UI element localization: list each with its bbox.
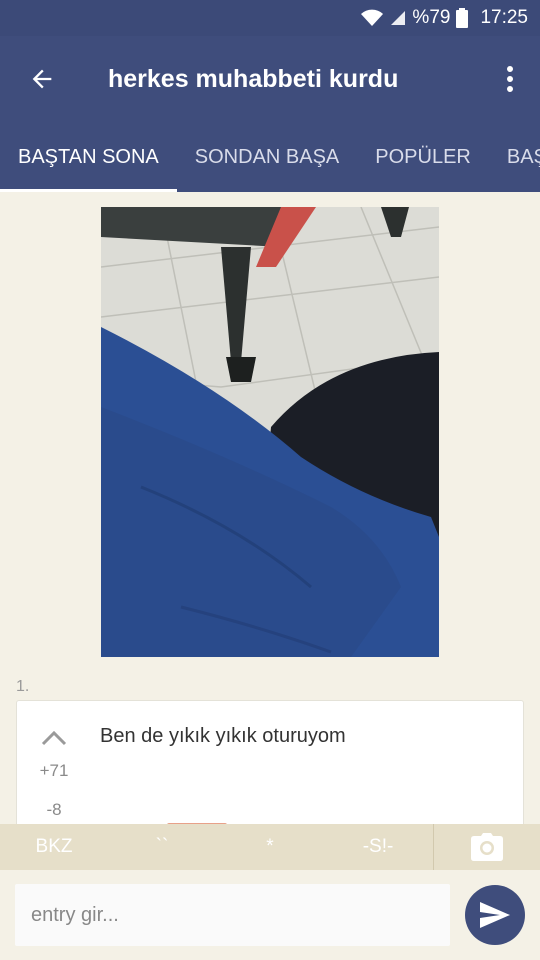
more-vertical-icon bbox=[507, 66, 513, 92]
upvote-count: +71 bbox=[39, 761, 69, 780]
entry-input[interactable] bbox=[15, 884, 450, 946]
tab-bastan-sona[interactable]: BAŞTAN SONA bbox=[0, 122, 177, 192]
asterisk-button[interactable]: * bbox=[216, 824, 324, 870]
app-bar: herkes muhabbeti kurdu bbox=[0, 36, 540, 122]
entry-text: Ben de yıkık yıkık oturuyom bbox=[100, 725, 346, 747]
more-options-button[interactable] bbox=[480, 36, 540, 122]
send-button[interactable] bbox=[465, 885, 525, 945]
status-bar: %79 17:25 bbox=[0, 0, 540, 36]
entry-number: 1. bbox=[16, 678, 30, 695]
chevron-up-icon bbox=[41, 730, 67, 746]
clock: 17:25 bbox=[480, 7, 528, 28]
upvote-button[interactable] bbox=[39, 723, 69, 753]
backtick-button[interactable]: `` bbox=[108, 824, 216, 870]
battery-percent: %79 bbox=[412, 7, 451, 28]
camera-button[interactable] bbox=[434, 824, 540, 870]
wifi-icon bbox=[360, 9, 384, 27]
back-button[interactable] bbox=[0, 36, 84, 122]
entry-photo[interactable] bbox=[101, 207, 439, 657]
arrow-left-icon bbox=[32, 69, 52, 89]
spoiler-button[interactable]: -S!- bbox=[324, 824, 432, 870]
bkz-button[interactable]: BKZ bbox=[0, 824, 108, 870]
composer-bar bbox=[0, 870, 540, 960]
page-title: herkes muhabbeti kurdu bbox=[108, 64, 399, 93]
camera-icon bbox=[471, 833, 503, 861]
format-toolbar: BKZ `` * -S!- bbox=[0, 824, 540, 870]
downvote-count: -8 bbox=[46, 800, 62, 819]
signal-icon bbox=[390, 10, 406, 26]
sort-tabs: BAŞTAN SONA SONDAN BAŞA POPÜLER BAŞ bbox=[0, 122, 540, 192]
tab-bas[interactable]: BAŞ bbox=[489, 122, 540, 192]
battery-icon bbox=[456, 8, 469, 28]
tab-sondan-basa[interactable]: SONDAN BAŞA bbox=[177, 122, 357, 192]
entry-list[interactable]: 1. +71 -8 Ben de yıkık yıkık oturuyom bbox=[0, 192, 540, 824]
entry-card[interactable]: +71 -8 Ben de yıkık yıkık oturuyom bbox=[16, 700, 524, 824]
tab-populer[interactable]: POPÜLER bbox=[357, 122, 489, 192]
send-icon bbox=[480, 902, 510, 928]
